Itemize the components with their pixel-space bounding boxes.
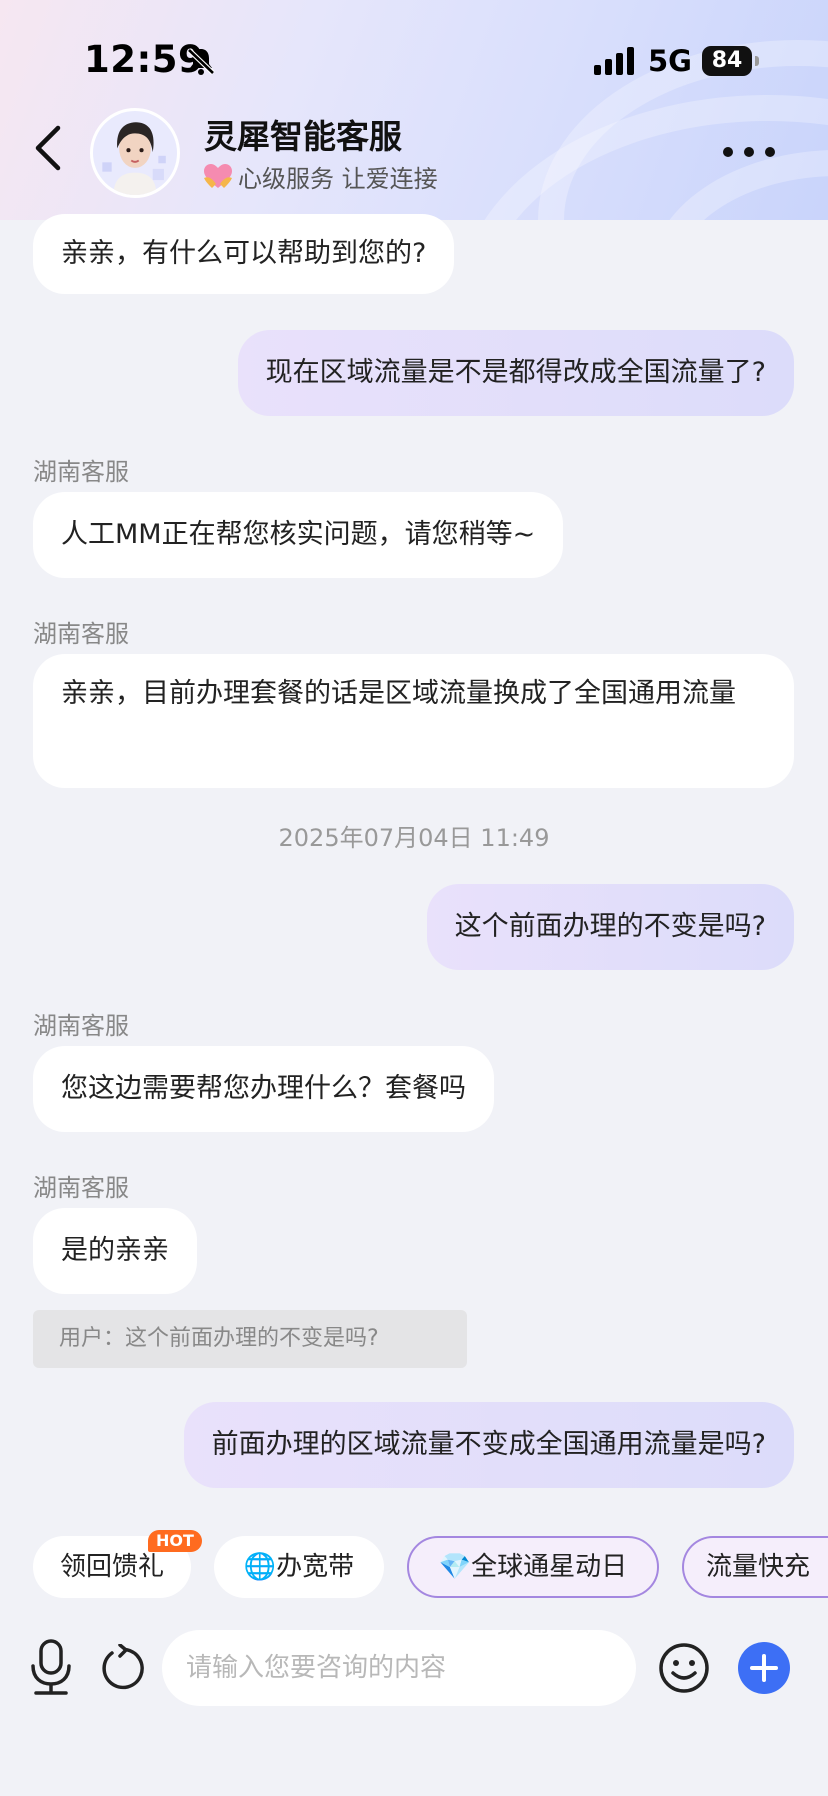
chip-global-star-day[interactable]: 💎全球通星动日	[407, 1536, 659, 1598]
message-bubble-user: 这个前面办理的不变是吗?	[426, 884, 794, 970]
sender-name: 湖南客服	[33, 1012, 129, 1040]
signal-icon	[594, 47, 634, 75]
message-bubble-agent: 是的亲亲	[33, 1208, 197, 1294]
sender-name: 湖南客服	[33, 458, 129, 486]
message-input[interactable]	[162, 1630, 636, 1706]
avatar-portrait-icon	[93, 111, 177, 195]
quick-action-bar: 领回馈礼 HOT 🌐办宽带 💎全球通星动日 流量快充	[0, 1530, 828, 1598]
chip-broadband[interactable]: 🌐办宽带	[214, 1536, 384, 1598]
more-options-button[interactable]	[718, 132, 780, 172]
quoted-message: 用户：这个前面办理的不变是吗?	[33, 1310, 467, 1368]
message-timestamp: 2025年07月04日 11:49	[278, 824, 550, 852]
message-list[interactable]: 亲亲，有什么可以帮助到您的? 现在区域流量是不是都得改成全国流量了? 湖南客服 …	[0, 214, 828, 1500]
chat-header: 12:59 5G 84 灵犀智能客服 心级服务 让爱连接	[0, 0, 828, 220]
network-type: 5G	[648, 44, 692, 78]
hot-badge: HOT	[148, 1530, 202, 1552]
plus-icon	[750, 1654, 778, 1682]
slogan-text: 心级服务 让爱连接	[238, 164, 438, 193]
message-bubble-agent: 人工MM正在帮您核实问题，请您稍等~	[33, 492, 564, 578]
message-bubble-user: 前面办理的区域流量不变成全国通用流量是吗?	[183, 1402, 794, 1488]
battery-indicator: 84	[702, 46, 759, 76]
agent-avatar[interactable]	[90, 108, 180, 198]
microphone-icon[interactable]	[28, 1638, 74, 1696]
message-bubble-user: 现在区域流量是不是都得改成全国流量了?	[237, 330, 794, 416]
message-bubble-agent: 您这边需要帮您办理什么？套餐吗	[33, 1046, 494, 1132]
refresh-icon[interactable]	[98, 1644, 146, 1692]
message-bubble-agent: 亲亲，有什么可以帮助到您的?	[33, 214, 455, 294]
sender-name: 湖南客服	[33, 1174, 129, 1202]
chip-data-recharge[interactable]: 流量快充	[682, 1536, 828, 1598]
add-button[interactable]	[738, 1642, 790, 1694]
slogan-row: 心级服务 让爱连接	[202, 160, 438, 193]
bell-off-icon	[187, 48, 215, 75]
page-title: 灵犀智能客服	[204, 117, 402, 156]
message-bubble-agent: 亲亲，目前办理套餐的话是区域流量换成了全国通用流量	[33, 654, 794, 788]
emoji-icon[interactable]	[658, 1642, 710, 1694]
back-button[interactable]	[28, 120, 72, 176]
sender-name: 湖南客服	[33, 620, 129, 648]
heart-hands-icon	[204, 164, 232, 188]
